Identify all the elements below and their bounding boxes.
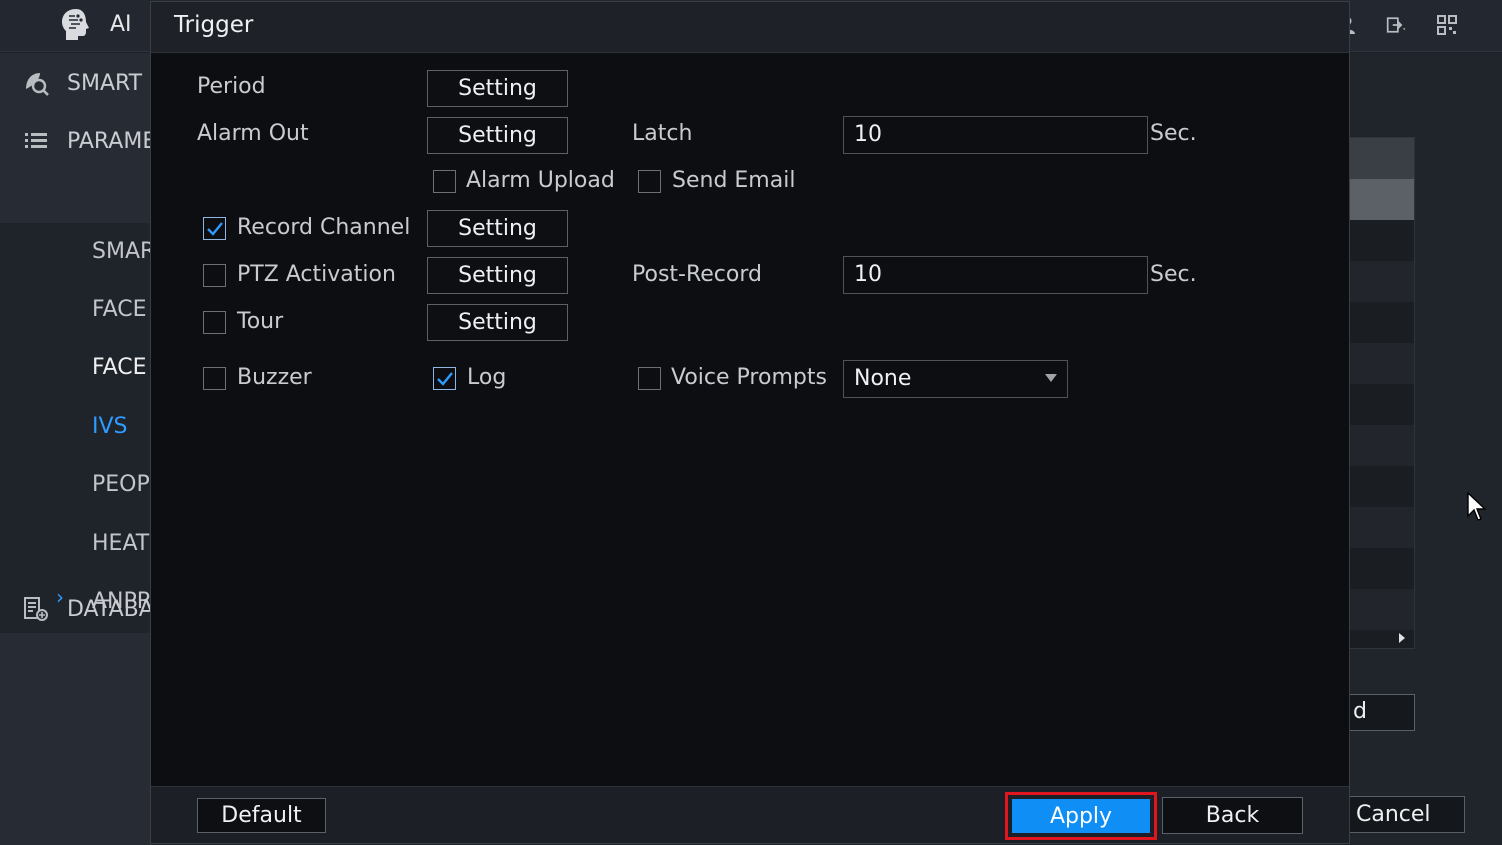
- sidebar-item-database[interactable]: DATABASE: [0, 581, 152, 637]
- latch-unit-label: Sec.: [1150, 121, 1197, 146]
- post-record-unit-label: Sec.: [1150, 262, 1197, 287]
- apply-button-highlight: Apply: [1005, 792, 1157, 840]
- sidebar-sub-smart[interactable]: SMART: [92, 239, 152, 264]
- table-row[interactable]: [1350, 179, 1414, 220]
- checkmark-icon: [207, 222, 223, 236]
- sidebar-item-smart[interactable]: SMART: [0, 55, 152, 111]
- background-input[interactable]: d: [1349, 694, 1415, 731]
- voice-prompts-checkbox[interactable]: [638, 367, 661, 390]
- sidebar-item-label: PARAMETERS: [67, 128, 152, 154]
- apply-button[interactable]: Apply: [1012, 799, 1150, 833]
- post-record-input[interactable]: 10: [843, 256, 1148, 294]
- table-row[interactable]: [1350, 589, 1414, 630]
- latch-input[interactable]: 10: [843, 116, 1148, 154]
- period-setting-button[interactable]: Setting: [427, 70, 568, 107]
- ai-head-icon: [62, 9, 89, 40]
- ptz-activation-setting-button[interactable]: Setting: [427, 257, 568, 294]
- log-label: Log: [467, 365, 507, 390]
- smart-search-icon: [26, 73, 49, 96]
- alarm-out-label: Alarm Out: [197, 121, 309, 146]
- post-record-label: Post-Record: [632, 262, 762, 287]
- voice-prompts-label: Voice Prompts: [671, 365, 827, 390]
- sidebar-item-parameters[interactable]: PARAMETERS: [0, 113, 152, 169]
- record-channel-setting-button[interactable]: Setting: [427, 210, 568, 247]
- logout-icon[interactable]: [1386, 14, 1408, 36]
- voice-prompts-value: None: [854, 366, 912, 391]
- dropdown-caret-icon: [1045, 374, 1057, 382]
- table-row[interactable]: [1350, 343, 1414, 384]
- table-row[interactable]: [1350, 261, 1414, 302]
- alarm-upload-label: Alarm Upload: [466, 168, 615, 193]
- sidebar-sub-ivs[interactable]: IVS: [92, 414, 152, 439]
- sidebar-item-label: SMART: [67, 70, 143, 96]
- sidebar-submenu: SMART FACE FACE › IVS PEOPLE HEAT ANPR: [0, 223, 152, 633]
- sidebar-sub-face-2[interactable]: FACE: [92, 355, 152, 380]
- tour-label: Tour: [237, 309, 284, 334]
- default-button[interactable]: Default: [197, 798, 326, 833]
- tour-checkbox[interactable]: [203, 311, 226, 334]
- ptz-activation-label: PTZ Activation: [237, 262, 396, 287]
- list-icon: [25, 133, 47, 148]
- tour-setting-button[interactable]: Setting: [427, 304, 568, 341]
- buzzer-label: Buzzer: [237, 365, 312, 390]
- period-label: Period: [197, 74, 266, 99]
- background-table: [1349, 137, 1415, 649]
- voice-prompts-select[interactable]: None: [843, 360, 1068, 398]
- send-email-label: Send Email: [672, 168, 796, 193]
- ptz-activation-checkbox[interactable]: [203, 264, 226, 287]
- app-title: AI: [110, 12, 132, 37]
- log-checkbox[interactable]: [433, 367, 456, 390]
- mouse-cursor-icon: [1467, 492, 1486, 521]
- table-row[interactable]: [1350, 507, 1414, 548]
- database-icon: [24, 597, 48, 621]
- sidebar-sub-heat[interactable]: HEAT: [92, 531, 152, 556]
- sidebar-sub-face-1[interactable]: FACE: [92, 297, 152, 322]
- dialog-header: Trigger: [151, 2, 1349, 53]
- record-channel-checkbox[interactable]: [203, 217, 226, 240]
- scroll-right-icon[interactable]: [1398, 633, 1406, 643]
- alarm-upload-checkbox[interactable]: [433, 170, 456, 193]
- send-email-checkbox[interactable]: [638, 170, 661, 193]
- qr-code-icon[interactable]: [1436, 14, 1458, 36]
- dialog-title: Trigger: [174, 12, 254, 38]
- checkmark-icon: [437, 372, 453, 386]
- record-channel-label: Record Channel: [237, 215, 411, 240]
- back-button[interactable]: Back: [1162, 797, 1303, 834]
- table-header: [1350, 138, 1414, 179]
- table-row[interactable]: [1350, 425, 1414, 466]
- sidebar-sub-people[interactable]: PEOPLE: [92, 472, 152, 497]
- cancel-button[interactable]: Cancel: [1349, 796, 1465, 833]
- trigger-dialog: Trigger Period Setting Alarm Out Setting…: [150, 1, 1350, 844]
- alarm-out-setting-button[interactable]: Setting: [427, 117, 568, 154]
- buzzer-checkbox[interactable]: [203, 367, 226, 390]
- latch-label: Latch: [632, 121, 693, 146]
- sidebar-item-label: DATABASE: [67, 596, 152, 622]
- sidebar: SMART PARAMETERS SMART FACE FACE › IVS P…: [0, 53, 152, 845]
